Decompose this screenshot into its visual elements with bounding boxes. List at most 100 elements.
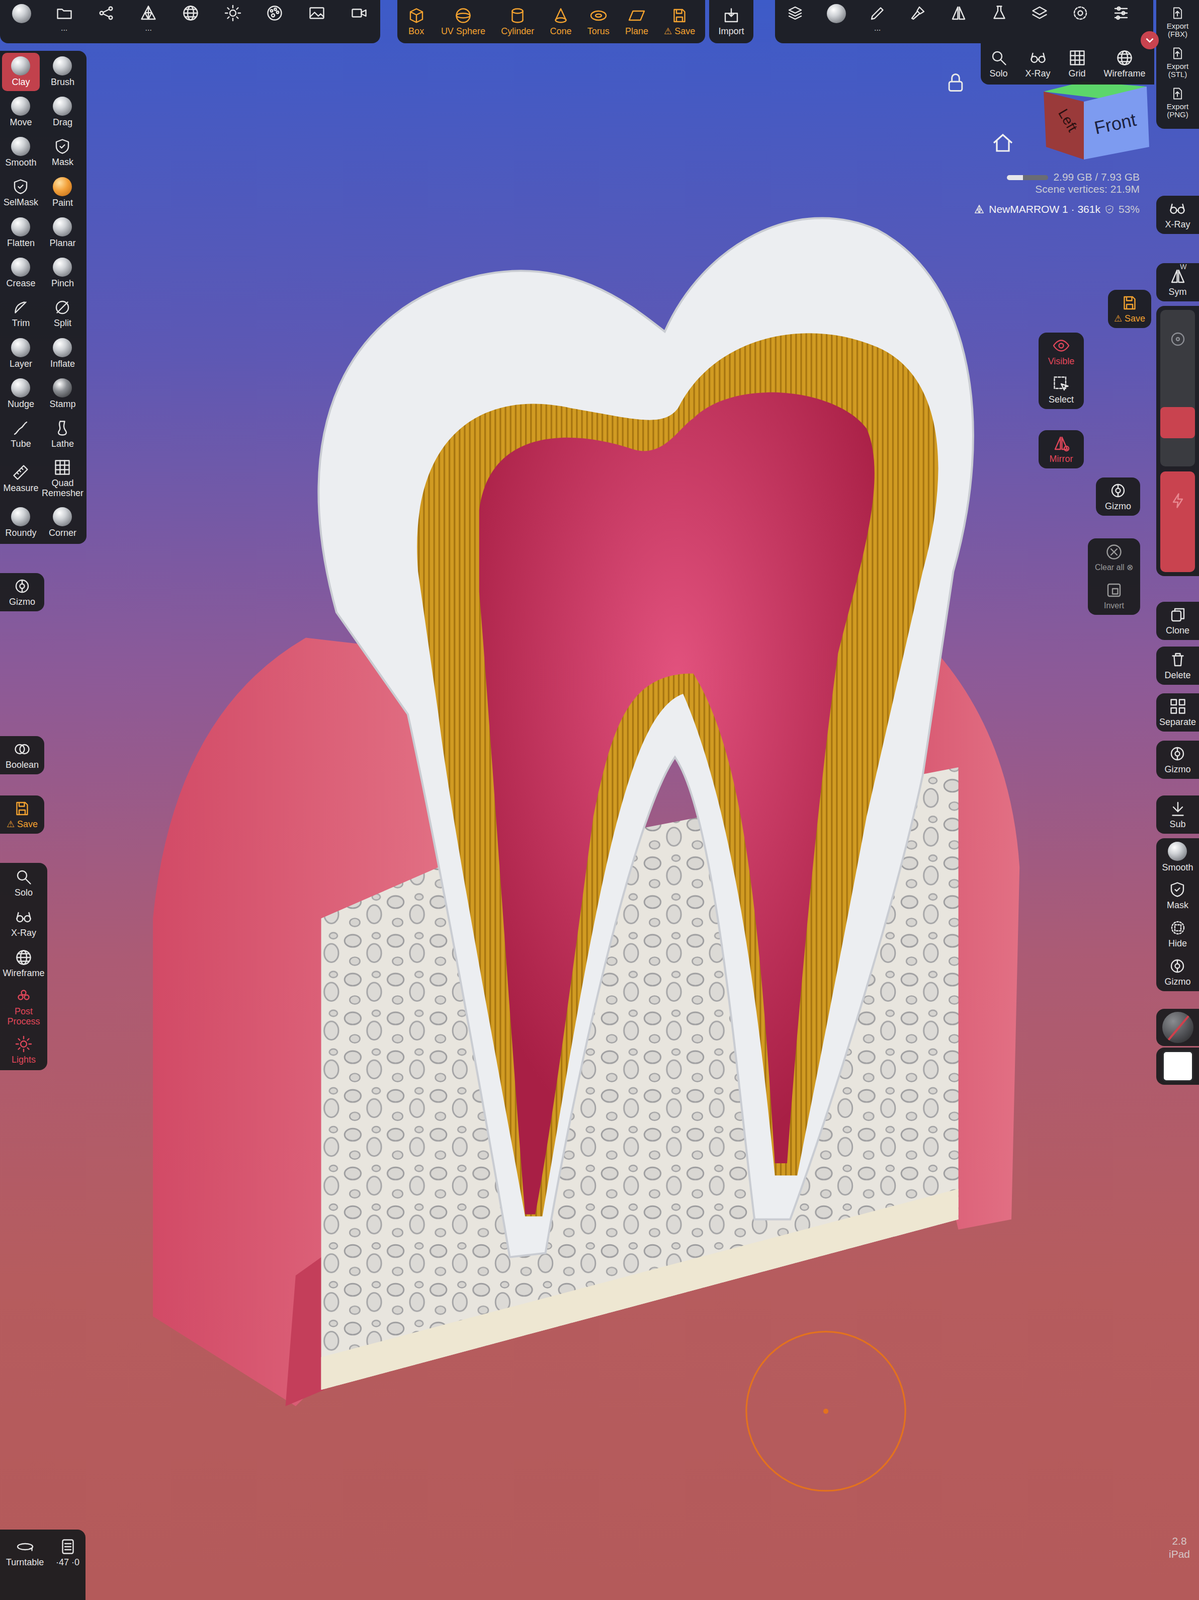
export-format: (PNG) [1166,110,1189,120]
sym-button[interactable]: SymW [1167,263,1188,302]
material-icon[interactable] [1162,1011,1194,1043]
action-button[interactable]: Gizmo [1163,740,1192,779]
tool-button[interactable]: Tube [2,414,40,454]
clear-button[interactable]: Clear all ⊗ [1093,538,1135,577]
save-button[interactable]: ⚠ Save [1112,289,1147,328]
tool-button[interactable]: Smooth [2,133,40,172]
tool-button[interactable]: SelMask [2,173,40,212]
toolbar-button[interactable] [1030,4,1049,25]
invert-button[interactable]: Invert [1102,576,1126,615]
tool-button[interactable]: Nudge [2,374,40,413]
radius-thumb[interactable] [1160,406,1195,439]
action-button[interactable]: Clone [1164,601,1191,640]
tool-button[interactable]: Planar [40,213,85,252]
color-swatch[interactable] [1162,1050,1194,1082]
tooth-model[interactable] [0,0,1199,1600]
tool-button[interactable]: Corner [40,503,85,542]
sym-button-label: Sym [1168,287,1187,298]
toolbar-button[interactable] [786,4,805,25]
toolbar-button[interactable] [307,4,326,25]
view-cube[interactable]: LeftFront [1033,76,1155,162]
toolbar-button[interactable] [350,4,369,25]
quick-button[interactable]: Gizmo [1163,952,1192,991]
display-button[interactable]: Post Process [0,983,48,1030]
primitive-button[interactable]: Box [406,1,427,42]
view-button[interactable]: X-Ray [1024,45,1052,83]
tool-button[interactable]: Inflate [40,334,85,373]
boolean-button[interactable]: Boolean [4,735,40,775]
tool-button[interactable]: Clay [2,52,40,92]
tool-button[interactable]: Quad Remesher [40,455,85,502]
xray-button[interactable]: X-Ray [1163,195,1191,234]
primitive-button[interactable]: UV Sphere [440,1,487,42]
save-button[interactable]: ⚠ Save [662,1,697,42]
tool-button[interactable]: Drag [40,93,85,132]
tool-button[interactable]: Trim [2,294,40,333]
tool-button[interactable]: Split [40,294,85,333]
tool-button[interactable]: Pinch [40,253,85,293]
gizmo-button[interactable]: Gizmo [1103,477,1133,516]
view-button[interactable]: Wireframe [1102,45,1147,83]
primitive-button[interactable]: Cylinder [499,1,536,42]
primitive-button[interactable]: Cone [548,1,573,42]
tool-button[interactable]: Roundy [2,503,40,542]
tool-button[interactable]: Lathe [40,414,85,454]
visibility-button[interactable]: Visible [1047,332,1076,371]
counter-button[interactable]: ·47 ·0 [54,1532,81,1572]
toolbar-button[interactable] [12,4,32,26]
primitive-button[interactable]: Torus [586,1,611,42]
dropdown-icon[interactable] [1140,31,1159,50]
action-button[interactable]: Separate [1158,693,1197,732]
radius-slider[interactable] [1160,309,1195,467]
toolbar-button[interactable] [949,4,968,25]
toolbar-button[interactable] [265,4,284,25]
display-button[interactable]: X-Ray [10,902,38,944]
lock-icon[interactable] [944,71,967,94]
tool-button[interactable]: Flatten [2,213,40,252]
export-button[interactable]: Export(PNG) [1165,82,1190,123]
toolbar-button[interactable] [181,4,200,25]
display-button[interactable]: Wireframe [1,943,46,984]
tool-button[interactable]: Paint [40,173,85,212]
tool-button[interactable]: Crease [2,253,40,293]
display-button[interactable]: Lights [10,1029,37,1070]
toolbar-button[interactable]: ... [55,4,74,32]
import-button[interactable]: Import [717,2,745,41]
toolbar-button[interactable]: ... [868,4,887,32]
tool-button[interactable]: Stamp [40,374,85,413]
tool-button[interactable]: Measure [2,455,40,502]
tool-button[interactable]: Move [2,93,40,132]
tool-button[interactable]: Layer [2,334,40,373]
action-button[interactable]: Delete [1163,646,1192,685]
toolbar-button[interactable] [990,4,1009,25]
toolbar-button[interactable] [1111,4,1131,25]
tool-button[interactable]: Brush [40,52,85,92]
toolbar-button[interactable] [908,4,927,25]
export-button[interactable]: Export(STL) [1165,42,1190,83]
quick-button[interactable]: Mask [1165,876,1190,915]
toolbar-button[interactable]: ... [139,4,158,32]
visibility-button[interactable]: Select [1047,370,1075,409]
display-button[interactable]: Solo [13,862,34,903]
view-button[interactable]: Solo [988,45,1009,83]
save-button[interactable]: ⚠ Save [5,795,39,834]
display-button-label: Post Process [1,1006,47,1027]
tool-button[interactable]: Mask [40,133,85,172]
quick-button[interactable]: Hide [1167,914,1188,953]
tool-button-label: Paint [52,198,73,209]
view-menu: Solo X-Ray Grid Wireframe [980,43,1155,85]
action-button[interactable]: Sub [1167,795,1188,834]
mirror-button[interactable]: Mirror [1048,430,1075,469]
toolbar-button[interactable] [97,4,116,25]
primitive-button[interactable]: Plane [624,1,650,42]
toolbar-button[interactable] [223,4,242,25]
export-button[interactable]: Export(FBX) [1165,2,1190,43]
home-icon[interactable] [990,130,1015,155]
view-button[interactable]: Grid [1067,45,1088,83]
quick-button[interactable]: Smooth [1160,837,1194,877]
gizmo-button[interactable]: Gizmo [8,572,37,612]
intensity-slider[interactable] [1160,471,1195,572]
toolbar-button[interactable] [1071,4,1090,25]
toolbar-button[interactable] [826,4,846,26]
turntable-button[interactable]: Turntable [5,1532,45,1572]
